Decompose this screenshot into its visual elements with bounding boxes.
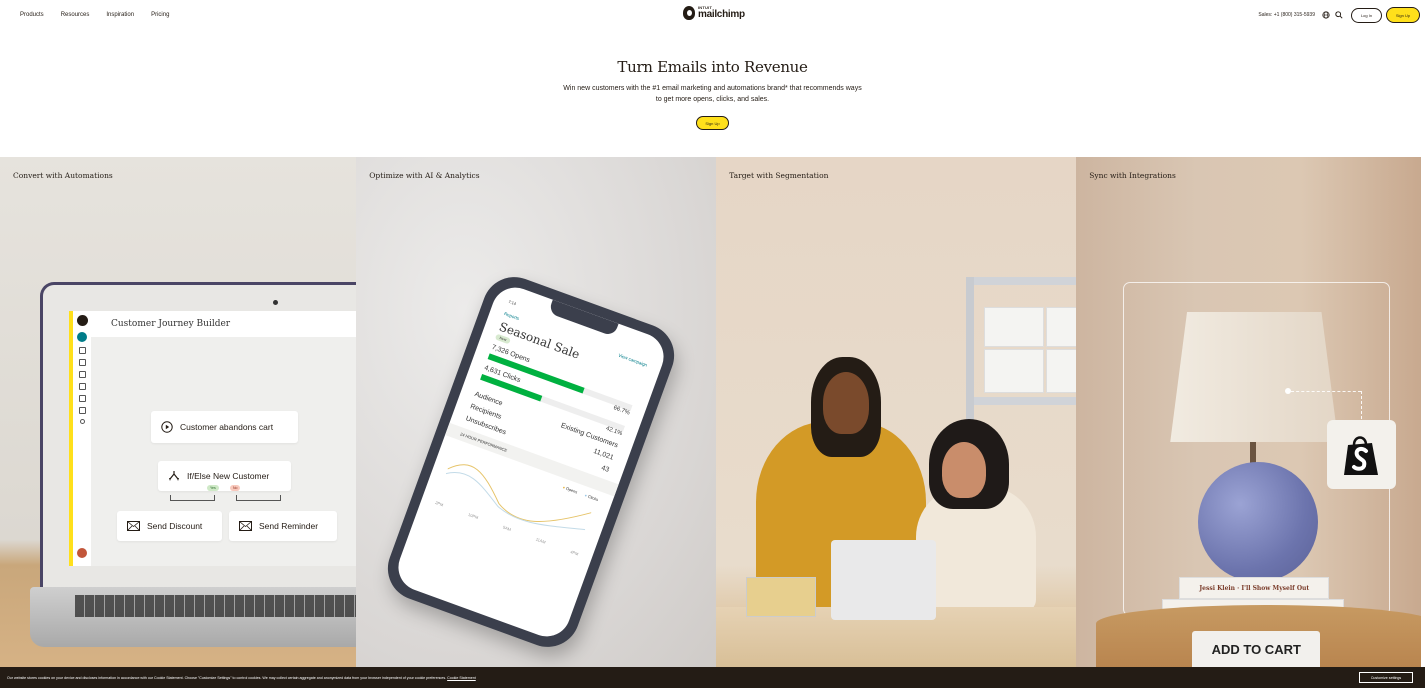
action-discount-node: Send Discount [117,511,222,541]
stat-value: 43 [600,464,611,474]
condition-node: If/Else New Customer [158,461,291,491]
phone-screen: 7:14 Reports View campaign Seasonal Sale… [391,280,671,644]
storage-box [984,349,1045,393]
app-sidebar [69,311,91,566]
dashed-connector [1291,391,1362,392]
cookie-banner: Our website stores cookies on your devic… [0,667,1425,688]
nav-resources[interactable]: Resources [61,12,90,18]
panel-analytics[interactable]: Optimize with AI & Analytics 7:14 Report… [356,157,717,667]
stat-row: Recipients 11,021 [469,403,614,462]
search-icon [79,419,85,424]
envelope-icon [127,521,140,531]
dashed-connector [1361,391,1363,419]
login-button[interactable]: Log In [1351,7,1382,23]
stat-value: 11,021 [592,447,615,462]
nav-products[interactable]: Products [20,12,44,18]
storage-box [984,307,1045,347]
action-discount-label: Send Discount [147,521,203,531]
connector-no [236,495,281,501]
journey-builder-screen: Customer Journey Builder Customer abando… [69,311,357,566]
cookie-statement-link[interactable]: Cookie Statement [447,676,476,680]
hero-subtitle: Win new customers with the #1 email mark… [563,85,862,103]
storage-box [1046,307,1077,347]
add-to-cart-button[interactable]: ADD TO CART [1192,631,1321,667]
globe-icon[interactable] [1321,10,1331,20]
edit-icon [77,332,87,342]
no-tag: No [230,485,241,491]
nav-links: Products Resources Inspiration Pricing [20,0,186,30]
mailchimp-logo[interactable]: INTUIT mailchimp [683,6,745,20]
phone-time: 7:14 [508,298,518,307]
feature-panels: Convert with Automations Customer Journe… [0,157,1425,667]
x-label: 4PM [569,549,580,557]
logo-text: INTUIT mailchimp [698,6,745,20]
nav-pricing[interactable]: Pricing [151,12,169,18]
play-icon [161,421,173,433]
face [942,442,987,498]
action-reminder-label: Send Reminder [259,521,319,531]
lamp-base [1198,462,1319,582]
laptop-keyboard [30,587,357,647]
top-navigation: Products Resources Inspiration Pricing I… [0,0,1425,30]
trigger-label: Customer abandons cart [180,422,274,432]
connector-yes [170,495,215,501]
avatar [77,548,87,558]
panel-automations[interactable]: Convert with Automations Customer Journe… [0,157,357,667]
camera-dot [273,300,278,305]
customize-settings-button[interactable]: Customize settings [1359,672,1413,683]
yes-tag: Yes [207,485,219,491]
shelf-bar [974,277,1077,285]
freddie-icon [683,6,695,20]
shelf-bar [974,397,1077,405]
signup-button[interactable]: Sign Up [1386,7,1420,23]
sales-phone[interactable]: Sales: +1 (800) 315-5939 [1258,12,1315,18]
freddie-icon [76,315,88,326]
logo-name: mailchimp [698,9,745,20]
laptop-image: Customer Journey Builder Customer abando… [40,282,357,592]
lampshade [1170,312,1339,442]
envelope-icon [239,521,252,531]
phone-image: 7:14 Reports View campaign Seasonal Sale… [379,268,684,656]
cookie-message: Our website stores cookies on your devic… [7,675,447,680]
x-label: 10PM [467,511,480,521]
action-reminder-node: Send Reminder [229,511,337,541]
storage-box [1046,349,1077,393]
nav-actions: Sales: +1 (800) 315-5939 Log In Sign Up [1258,0,1425,30]
letter-tray [746,577,817,617]
keys [75,595,357,617]
cookie-text: Our website stores cookies on your devic… [7,676,476,680]
automation-icon [78,359,86,366]
x-label: 2PM [434,499,445,508]
trigger-node: Customer abandons cart [151,411,298,443]
panel-title: Optimize with AI & Analytics [369,171,480,180]
book-top: Jessi Klein · I'll Show Myself Out [1179,577,1330,599]
hero-signup-button[interactable]: Sign Up [696,116,729,130]
search-icon[interactable] [1334,10,1344,20]
content-icon [78,383,86,390]
integrations-icon [78,395,86,402]
panel-segmentation[interactable]: Target with Segmentation [716,157,1077,667]
screen-header: Customer Journey Builder [91,311,357,337]
nav-inspiration[interactable]: Inspiration [106,12,134,18]
back-link: Reports [503,311,521,322]
face [823,372,870,434]
condition-label: If/Else New Customer [187,471,270,481]
panel-title: Convert with Automations [13,171,113,180]
shopify-icon[interactable] [1327,420,1397,489]
hero-title: Turn Emails into Revenue [617,58,808,76]
x-label: 11AM [535,536,547,545]
panel-integrations[interactable]: Sync with Integrations Jessi Klein · I'l… [1076,157,1422,667]
split-icon [169,471,179,481]
audience-icon [78,371,86,378]
grid-icon [78,407,86,414]
laptop [831,540,937,620]
panel-title: Sync with Integrations [1089,171,1176,180]
campaign-icon [78,347,86,354]
panel-title: Target with Segmentation [729,171,829,180]
hero-section: Turn Emails into Revenue Win new custome… [0,58,1425,130]
x-label: 5AM [502,524,513,533]
